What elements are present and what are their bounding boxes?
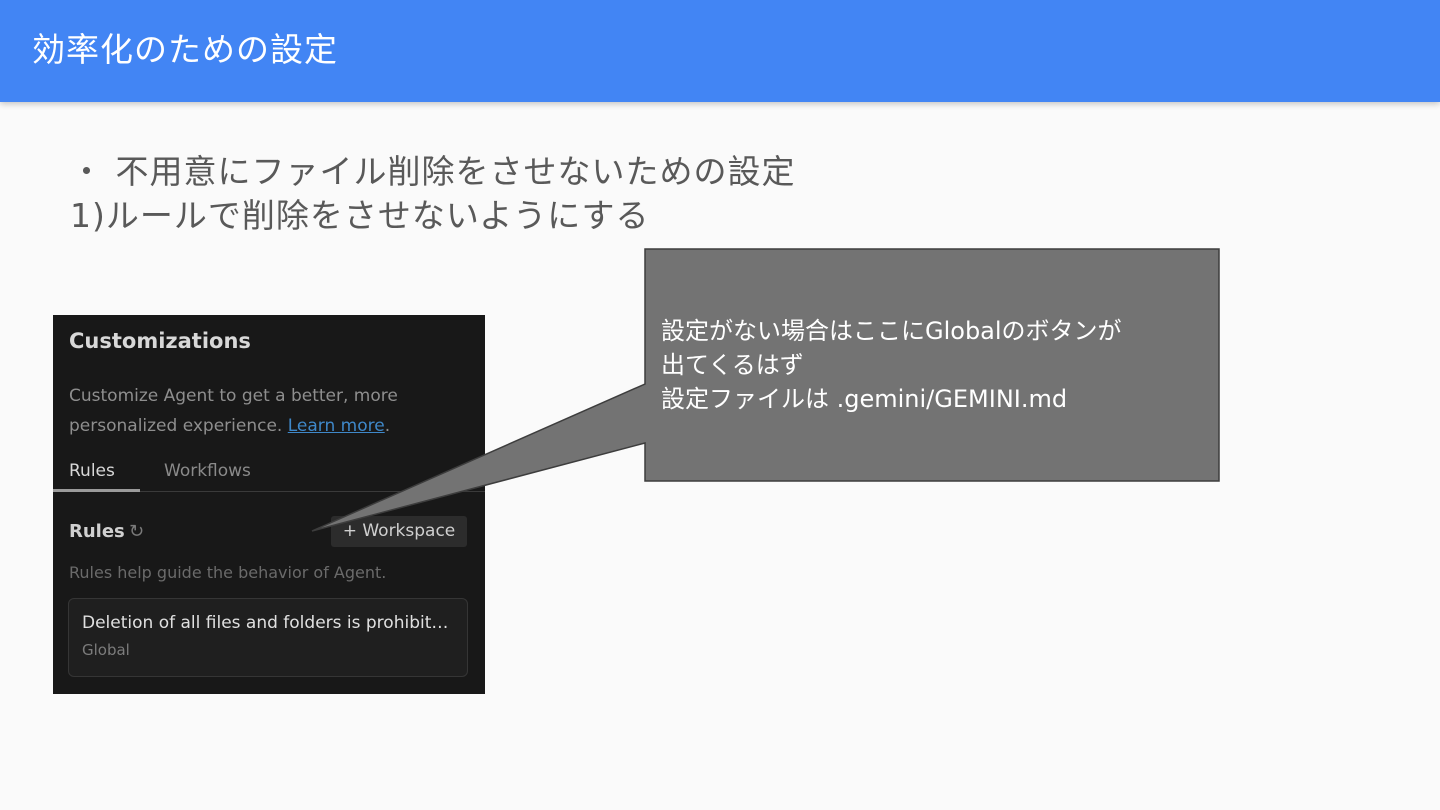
active-tab-indicator [53, 489, 140, 492]
description-end: . [384, 416, 391, 436]
rules-help-text: Rules help guide the behavior of Agent. [69, 563, 387, 582]
rule-scope: Global [82, 641, 130, 659]
tab-rules[interactable]: Rules [69, 461, 115, 481]
customizations-heading: Customizations [69, 329, 251, 353]
customizations-screenshot: Customizations Customize Agent to get a … [53, 315, 485, 694]
add-workspace-button[interactable]: + Workspace [331, 516, 467, 547]
callout-line: 設定がない場合はここにGlobalのボタンが [661, 317, 1122, 345]
callout-line: 出てくるはず [661, 351, 804, 379]
learn-more-link[interactable]: Learn more [288, 416, 385, 436]
bullet-item: ・ 不用意にファイル削除をさせないための設定 [70, 152, 796, 191]
slide-title: 効率化のための設定 [32, 30, 338, 69]
callout-line: 設定ファイルは .gemini/GEMINI.md [661, 385, 1068, 413]
refresh-icon[interactable]: ↻ [129, 521, 144, 542]
slide-header: 効率化のための設定 [0, 0, 1440, 102]
rule-card[interactable]: Deletion of all files and folders is pro… [68, 598, 468, 677]
rules-section-title: Rules [69, 521, 125, 542]
tab-workflows[interactable]: Workflows [164, 461, 251, 481]
callout-text: 設定がない場合はここにGlobalのボタンが 出てくるはず 設定ファイルは .g… [661, 314, 1206, 416]
bullet-item: 1)ルールで削除をさせないようにする [70, 196, 650, 235]
tab-bar: Rules Workflows [53, 455, 485, 492]
rule-name: Deletion of all files and folders is pro… [82, 613, 458, 633]
customizations-description: Customize Agent to get a better, more pe… [69, 381, 459, 441]
slide-bullets: ・ 不用意にファイル削除をさせないための設定 1)ルールで削除をさせないようにす… [70, 150, 796, 238]
